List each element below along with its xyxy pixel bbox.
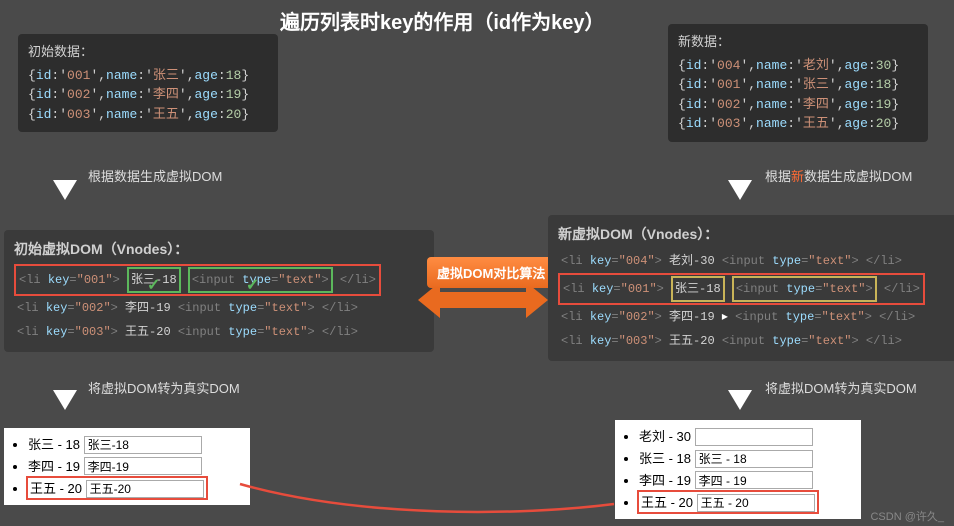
hl-match-text: 张三-18✓: [127, 267, 181, 293]
vdom-row: <li key="003"> 王五-20 <input type="text">…: [14, 320, 424, 344]
arrow-down-icon: [45, 150, 85, 200]
text-input[interactable]: [84, 436, 202, 454]
check-icon: ✓: [147, 275, 160, 297]
vdom-row: <li key="001"> 张三-18 <input type="text">…: [558, 273, 925, 305]
vdom-right-header: 新虚拟DOM（Vnodes）：: [558, 223, 954, 245]
caption-gen-right: 根据新数据生成虚拟DOM: [765, 166, 912, 185]
text-input[interactable]: [695, 428, 813, 446]
list-item: 王五 - 20: [639, 491, 853, 513]
vdom-left-box: 初始虚拟DOM（Vnodes）： <li key="001"> 张三-18✓ <…: [4, 230, 434, 352]
text-input[interactable]: [695, 450, 813, 468]
vdom-row: <li key="004"> 老刘-30 <input type="text">…: [558, 249, 954, 273]
new-data-header: 新数据：: [678, 32, 918, 52]
list-item: 张三 - 18: [639, 448, 853, 468]
hl-match-input: <input type="text">✓: [188, 267, 333, 293]
hl-input: <input type="text">: [732, 276, 877, 302]
text-input[interactable]: [86, 480, 204, 498]
initial-data-box: 初始数据： {id:'001',name:'张三',age:18} {id:'0…: [18, 34, 278, 132]
hl-text: 张三-18: [671, 276, 725, 302]
vdom-left-header: 初始虚拟DOM（Vnodes）：: [14, 238, 424, 260]
list-item: 王五 - 20: [28, 477, 242, 499]
list-item: 李四 - 19: [639, 470, 853, 490]
page-title: 遍历列表时key的作用（id作为key）: [280, 6, 605, 35]
text-input[interactable]: [697, 494, 815, 512]
caption-to-real-right: 将虚拟DOM转为真实DOM: [765, 378, 917, 397]
real-dom-left: 张三 - 18 李四 - 19 王五 - 20: [4, 428, 250, 505]
caption-to-real-left: 将虚拟DOM转为真实DOM: [88, 378, 240, 397]
text-input[interactable]: [695, 471, 813, 489]
vdom-row: <li key="003"> 王五-20 <input type="text">…: [558, 329, 954, 353]
real-dom-right: 老刘 - 30 张三 - 18 李四 - 19 王五 - 20: [615, 420, 861, 519]
text-input[interactable]: [84, 457, 202, 475]
arrow-down-icon: [720, 150, 760, 200]
initial-data-header: 初始数据：: [28, 42, 268, 62]
vdom-row: <li key="001"> 张三-18✓ <input type="text"…: [14, 264, 381, 296]
new-data-box: 新数据： {id:'004',name:'老刘',age:30} {id:'00…: [668, 24, 928, 142]
vdom-row: <li key="002"> 李四-19 ▸ <input type="text…: [558, 305, 954, 329]
cursor-icon: ▸: [715, 310, 728, 324]
list-item: 老刘 - 30: [639, 426, 853, 446]
caption-gen-left: 根据数据生成虚拟DOM: [88, 166, 222, 185]
vdom-right-box: 新虚拟DOM（Vnodes）： <li key="004"> 老刘-30 <in…: [548, 215, 954, 361]
list-item: 张三 - 18: [28, 434, 242, 454]
arrow-down-icon: [720, 360, 760, 410]
vdom-row: <li key="002"> 李四-19 <input type="text">…: [14, 296, 424, 320]
check-icon: ✓: [246, 275, 259, 297]
arrow-down-icon: [45, 360, 85, 410]
watermark: CSDN @许久_: [870, 508, 944, 524]
list-item: 李四 - 19: [28, 456, 242, 476]
compare-label: 虚拟DOM对比算法: [427, 257, 555, 288]
